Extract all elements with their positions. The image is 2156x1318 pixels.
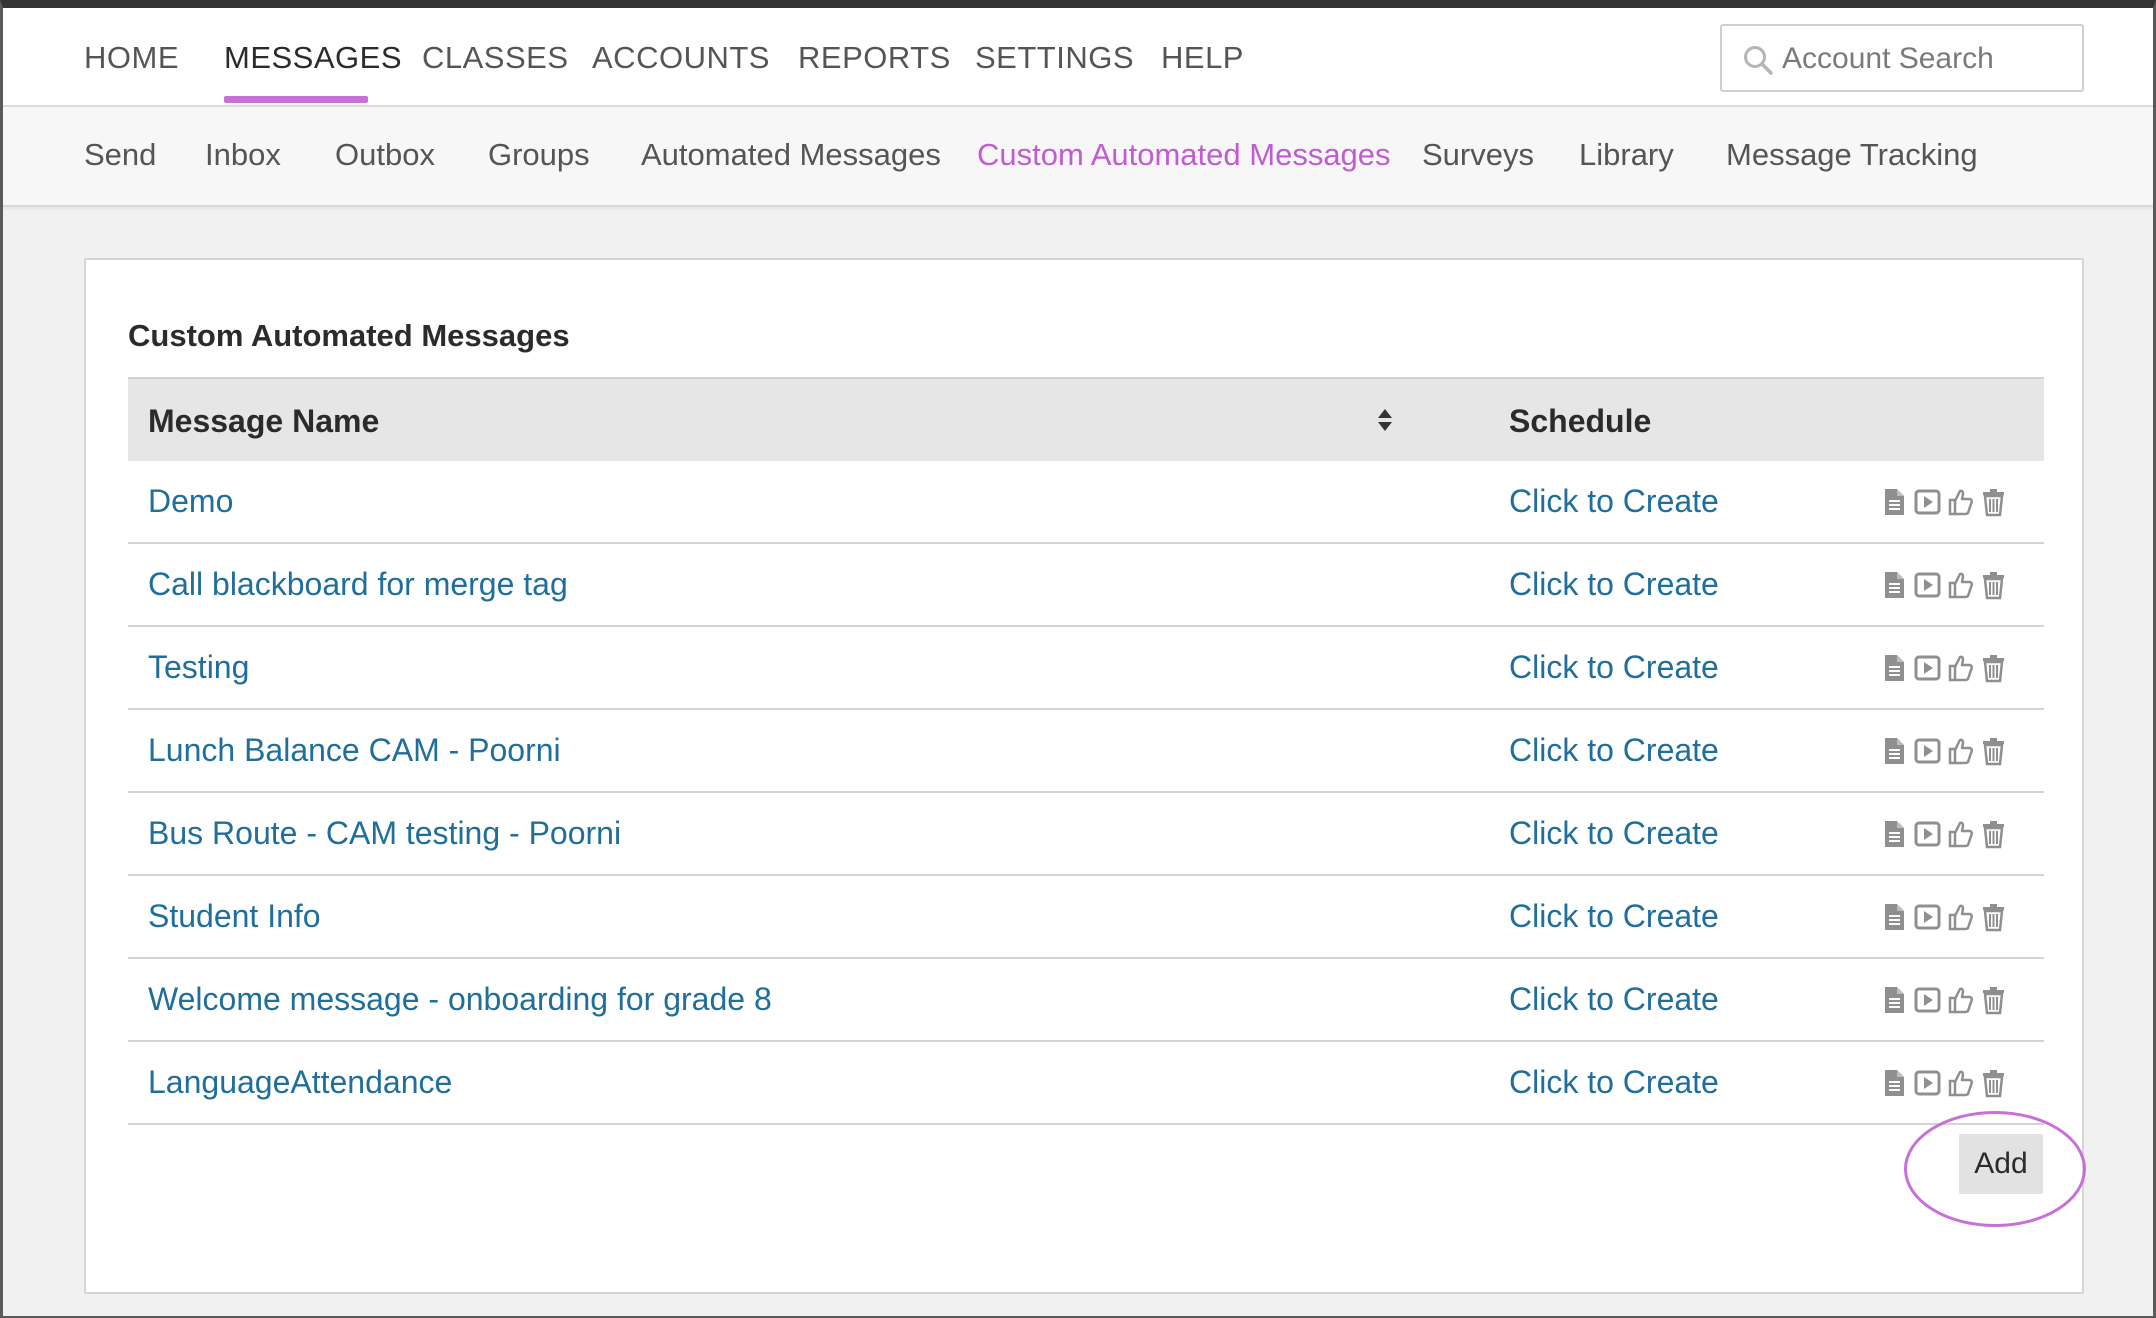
thumbs-up-icon[interactable] [1946, 902, 1975, 932]
play-icon[interactable] [1913, 487, 1942, 517]
subnav-surveys[interactable]: Surveys [1422, 137, 1534, 173]
schedule-create-link[interactable]: Click to Create [1509, 815, 1719, 852]
thumbs-up-icon[interactable] [1946, 653, 1975, 683]
topnav-accounts[interactable]: ACCOUNTS [592, 40, 770, 76]
row-actions [1880, 653, 2008, 683]
play-icon[interactable] [1913, 819, 1942, 849]
panel-title: Custom Automated Messages [128, 318, 570, 353]
thumbs-up-icon[interactable] [1946, 985, 1975, 1015]
table-row: Bus Route - CAM testing - Poorni Click to… [128, 793, 2044, 876]
message-name-link[interactable]: Testing [148, 649, 249, 686]
trash-icon[interactable] [1979, 819, 2008, 849]
table-header: Message Name Schedule [128, 377, 2044, 461]
topnav-classes[interactable]: CLASSES [422, 40, 569, 76]
play-icon[interactable] [1913, 736, 1942, 766]
trash-icon[interactable] [1979, 902, 2008, 932]
search-icon [1744, 46, 1773, 75]
topnav-settings[interactable]: SETTINGS [975, 40, 1134, 76]
table-row: Lunch Balance CAM - Poorni Click to Creat… [128, 710, 2044, 793]
topnav-home[interactable]: HOME [84, 40, 179, 76]
schedule-create-link[interactable]: Click to Create [1509, 649, 1719, 686]
thumbs-up-icon[interactable] [1946, 819, 1975, 849]
row-actions [1880, 819, 2008, 849]
subnav-automated-messages[interactable]: Automated Messages [641, 137, 941, 173]
message-name-link[interactable]: Call blackboard for merge tag [148, 566, 568, 603]
subnav-message-tracking[interactable]: Message Tracking [1726, 137, 1978, 173]
document-icon[interactable] [1880, 902, 1909, 932]
column-header-message-name[interactable]: Message Name [148, 403, 379, 440]
schedule-create-link[interactable]: Click to Create [1509, 981, 1719, 1018]
message-name-link[interactable]: Lunch Balance CAM - Poorni [148, 732, 561, 769]
table-row: Call blackboard for merge tag Click to Cr… [128, 544, 2044, 627]
play-icon[interactable] [1913, 902, 1942, 932]
trash-icon[interactable] [1979, 653, 2008, 683]
play-icon[interactable] [1913, 1068, 1942, 1098]
trash-icon[interactable] [1979, 985, 2008, 1015]
top-navigation: HOME MESSAGES CLASSES ACCOUNTS REPORTS S… [0, 0, 2156, 107]
play-icon[interactable] [1913, 985, 1942, 1015]
table-row: Testing Click to Create [128, 627, 2044, 710]
message-name-link[interactable]: Welcome message - onboarding for grade 8 [148, 981, 772, 1018]
account-search-box[interactable] [1720, 24, 2084, 92]
active-tab-indicator [224, 96, 368, 103]
add-button[interactable]: Add [1959, 1134, 2043, 1194]
play-icon[interactable] [1913, 570, 1942, 600]
account-search-input[interactable] [1782, 36, 2072, 82]
trash-icon[interactable] [1979, 487, 2008, 517]
document-icon[interactable] [1880, 819, 1909, 849]
message-name-link[interactable]: Student Info [148, 898, 321, 935]
schedule-create-link[interactable]: Click to Create [1509, 483, 1719, 520]
document-icon[interactable] [1880, 1068, 1909, 1098]
trash-icon[interactable] [1979, 570, 2008, 600]
table-row: Demo Click to Create [128, 461, 2044, 544]
row-actions [1880, 570, 2008, 600]
message-name-link[interactable]: Demo [148, 483, 233, 520]
subnav-inbox[interactable]: Inbox [205, 137, 281, 173]
document-icon[interactable] [1880, 985, 1909, 1015]
row-actions [1880, 487, 2008, 517]
message-name-link[interactable]: Bus Route - CAM testing - Poorni [148, 815, 621, 852]
trash-icon[interactable] [1979, 736, 2008, 766]
topnav-help[interactable]: HELP [1161, 40, 1244, 76]
table-row: LanguageAttendance Click to Create [128, 1042, 2044, 1125]
row-actions [1880, 985, 2008, 1015]
table-row: Student Info Click to Create [128, 876, 2044, 959]
sort-icon[interactable] [1376, 407, 1394, 433]
thumbs-up-icon[interactable] [1946, 1068, 1975, 1098]
row-actions [1880, 902, 2008, 932]
subnav-groups[interactable]: Groups [488, 137, 590, 173]
subnav-send[interactable]: Send [84, 137, 156, 173]
topnav-reports[interactable]: REPORTS [798, 40, 951, 76]
trash-icon[interactable] [1979, 1068, 2008, 1098]
schedule-create-link[interactable]: Click to Create [1509, 732, 1719, 769]
subnav-library[interactable]: Library [1579, 137, 1674, 173]
thumbs-up-icon[interactable] [1946, 570, 1975, 600]
table-row: Welcome message - onboarding for grade 8… [128, 959, 2044, 1042]
table-body: Demo Click to Create Call blackboard for m… [128, 461, 2044, 1125]
messages-subnavigation: Send Inbox Outbox Groups Automated Messa… [0, 107, 2156, 207]
messages-table: Message Name Schedule Demo Click to Creat… [128, 377, 2044, 1125]
row-actions [1880, 736, 2008, 766]
custom-automated-messages-panel: Custom Automated Messages Message Name S… [84, 258, 2084, 1294]
thumbs-up-icon[interactable] [1946, 736, 1975, 766]
document-icon[interactable] [1880, 653, 1909, 683]
schedule-create-link[interactable]: Click to Create [1509, 898, 1719, 935]
document-icon[interactable] [1880, 570, 1909, 600]
document-icon[interactable] [1880, 736, 1909, 766]
subnav-outbox[interactable]: Outbox [335, 137, 435, 173]
document-icon[interactable] [1880, 487, 1909, 517]
subnav-custom-automated-messages[interactable]: Custom Automated Messages [977, 137, 1391, 173]
message-name-link[interactable]: LanguageAttendance [148, 1064, 452, 1101]
schedule-create-link[interactable]: Click to Create [1509, 566, 1719, 603]
topnav-messages[interactable]: MESSAGES [224, 40, 402, 76]
column-header-schedule: Schedule [1509, 403, 1652, 439]
schedule-create-link[interactable]: Click to Create [1509, 1064, 1719, 1101]
thumbs-up-icon[interactable] [1946, 487, 1975, 517]
row-actions [1880, 1068, 2008, 1098]
play-icon[interactable] [1913, 653, 1942, 683]
